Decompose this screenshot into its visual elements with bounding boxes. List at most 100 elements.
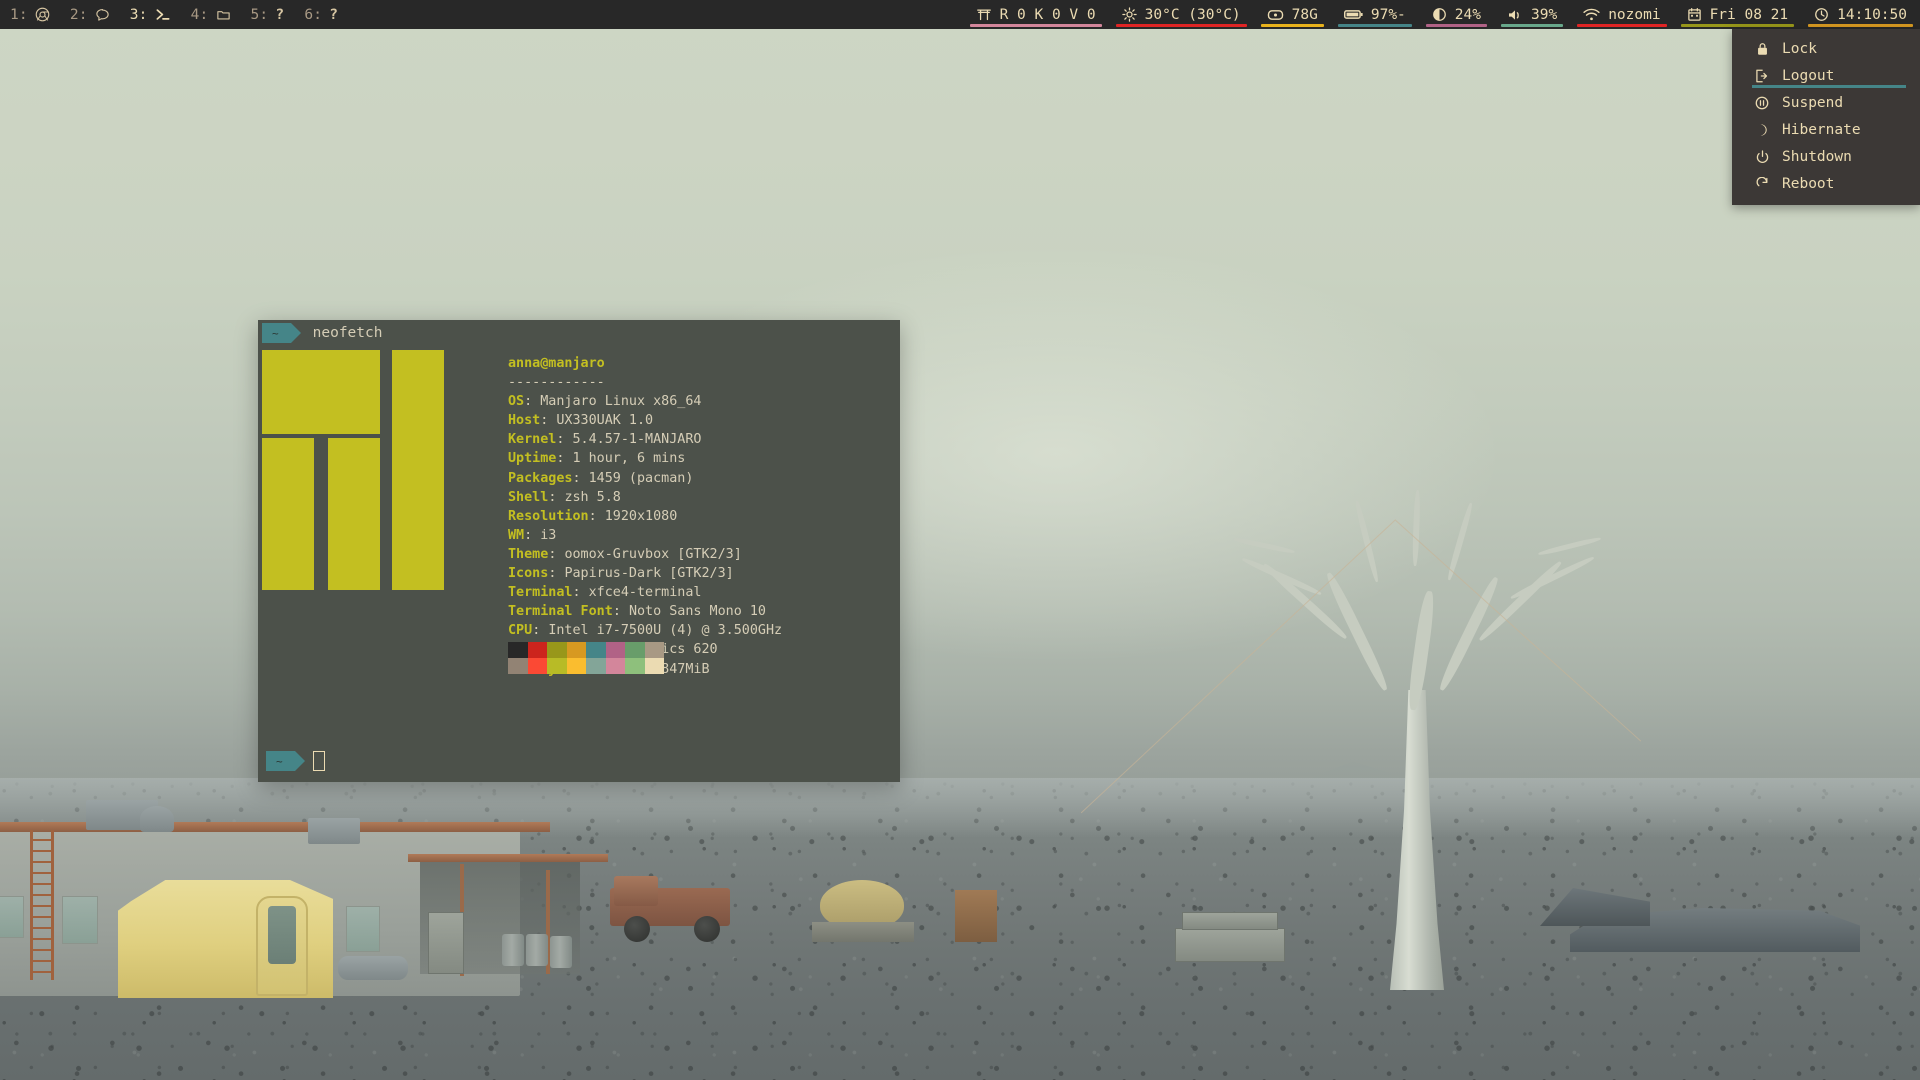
status-block-disk[interactable]: 78G (1254, 0, 1331, 29)
palette-swatch (645, 658, 665, 674)
palette-swatch (606, 658, 626, 674)
workspace-number-4: 4: (191, 7, 209, 23)
power-menu-item-lock[interactable]: Lock (1732, 35, 1920, 62)
power-menu-label: Reboot (1782, 176, 1834, 192)
status-block-torii[interactable]: R 0 K 0 V 0 (963, 0, 1109, 29)
status-block-clock[interactable]: 14:10:50 (1801, 0, 1920, 29)
status-block-network[interactable]: nozomi (1570, 0, 1673, 29)
neofetch-key-kernel: Kernel (508, 432, 556, 447)
neofetch-key-terminal: Terminal (508, 585, 573, 600)
workspace-button-1[interactable]: 1: (0, 0, 60, 29)
neofetch-key-host: Host (508, 413, 540, 428)
wifi-icon (1583, 8, 1600, 22)
palette-swatch (645, 642, 665, 658)
brightness-value: 24% (1455, 7, 1481, 23)
palette-swatch (625, 642, 645, 658)
terminal-prompt-icon (155, 7, 171, 22)
power-menu-label: Hibernate (1782, 122, 1861, 138)
disk-icon (1267, 8, 1284, 22)
palette-swatch (547, 642, 567, 658)
date-value: Fri 08 21 (1710, 7, 1789, 23)
power-icon (1754, 150, 1770, 164)
terminal-title: neofetch (313, 325, 383, 341)
neofetch-value-packages: 1459 (pacman) (589, 471, 694, 486)
neofetch-separator: ------------ (508, 375, 605, 390)
terminal-body[interactable]: anna@manjaro ------------ OS: Manjaro Li… (258, 346, 900, 782)
neofetch-key-packages: Packages (508, 471, 573, 486)
neofetch-value-resolution: 1920x1080 (605, 509, 678, 524)
workspace-button-4[interactable]: 4: (181, 0, 241, 29)
power-menu-item-hibernate[interactable]: Hibernate (1732, 116, 1920, 143)
neofetch-value-terminal-font: Noto Sans Mono 10 (629, 604, 766, 619)
chrome-icon (35, 7, 50, 22)
status-underline (1338, 24, 1412, 27)
palette-swatch (567, 642, 587, 658)
status-underline (1808, 24, 1913, 27)
neofetch-key-os: OS (508, 394, 524, 409)
status-underline (1577, 24, 1666, 27)
status-underline (1116, 24, 1247, 27)
palette-swatch (528, 658, 548, 674)
workspace-number-3: 3: (130, 7, 148, 23)
neofetch-value-wm: i3 (540, 528, 556, 543)
neofetch-key-shell: Shell (508, 490, 548, 505)
network-value: nozomi (1608, 7, 1660, 23)
terminal-cursor (313, 751, 325, 771)
pause-icon (1754, 96, 1770, 110)
neofetch-value-terminal: xfce4-terminal (589, 585, 702, 600)
wallpaper-vehicle-wreck (1540, 880, 1870, 970)
moon-icon (1754, 123, 1770, 137)
palette-row-normal (508, 642, 664, 658)
palette-swatch (528, 642, 548, 658)
palette-swatch (567, 658, 587, 674)
workspace-number-1: 1: (10, 7, 28, 23)
power-menu[interactable]: Lock Logout Suspend (1732, 29, 1920, 205)
torii-gate-icon (976, 7, 992, 22)
question-mark-icon: ? (329, 7, 338, 23)
workspace-button-6[interactable]: 6: ? (294, 0, 348, 29)
wallpaper-dome-structure (812, 880, 922, 946)
power-menu-label: Shutdown (1782, 149, 1852, 165)
wallpaper-truck (610, 880, 740, 960)
status-block-date[interactable]: Fri 08 21 (1674, 0, 1802, 29)
terminal-path-tag: ~ (262, 323, 291, 343)
palette-swatch (586, 642, 606, 658)
power-menu-item-reboot[interactable]: Reboot (1732, 170, 1920, 197)
status-block-list[interactable]: R 0 K 0 V 0 30°C (30°C) (963, 0, 1920, 29)
palette-swatch (508, 642, 528, 658)
status-block-brightness[interactable]: 24% (1419, 0, 1494, 29)
power-menu-selection-underline (1752, 85, 1906, 88)
neofetch-value-icons: Papirus-Dark [GTK2/3] (564, 566, 733, 581)
workspace-button-3[interactable]: 3: (120, 0, 181, 29)
neofetch-user-host: anna@manjaro (508, 356, 605, 371)
status-block-volume[interactable]: 39% (1494, 0, 1570, 29)
status-block-battery[interactable]: 97%- (1331, 0, 1419, 29)
neofetch-key-resolution: Resolution (508, 509, 589, 524)
battery-icon (1344, 8, 1363, 21)
status-underline (1426, 24, 1487, 27)
neofetch-value-os: Manjaro Linux x86_64 (540, 394, 701, 409)
power-menu-item-suspend[interactable]: Suspend (1732, 89, 1920, 116)
desktop-screen: 1: 2: 3: (0, 0, 1920, 1080)
power-menu-item-logout[interactable]: Logout (1732, 62, 1920, 89)
power-menu-label: Logout (1782, 68, 1834, 84)
terminal-titlebar[interactable]: ~ neofetch (258, 320, 900, 346)
workspace-number-2: 2: (70, 7, 88, 23)
status-underline (1261, 24, 1324, 27)
neofetch-value-cpu: Intel i7-7500U (4) @ 3.500GHz (548, 623, 782, 638)
palette-row-bright (508, 658, 664, 674)
terminal-prompt-line[interactable]: ~ (262, 750, 325, 772)
manjaro-ascii-logo (262, 350, 448, 590)
i3-status-bar[interactable]: 1: 2: 3: (0, 0, 1920, 29)
workspace-list[interactable]: 1: 2: 3: (0, 0, 348, 29)
sun-gear-icon (1122, 7, 1137, 22)
lock-icon (1754, 42, 1770, 56)
clock-value: 14:10:50 (1837, 7, 1907, 23)
workspace-button-5[interactable]: 5: ? (241, 0, 295, 29)
power-menu-item-shutdown[interactable]: Shutdown (1732, 143, 1920, 170)
status-underline (1681, 24, 1795, 27)
terminal-window[interactable]: ~ neofetch anna@manjaro ------------ OS:… (258, 320, 900, 782)
status-block-temperature[interactable]: 30°C (30°C) (1109, 0, 1254, 29)
restart-icon (1754, 177, 1770, 191)
workspace-button-2[interactable]: 2: (60, 0, 120, 29)
